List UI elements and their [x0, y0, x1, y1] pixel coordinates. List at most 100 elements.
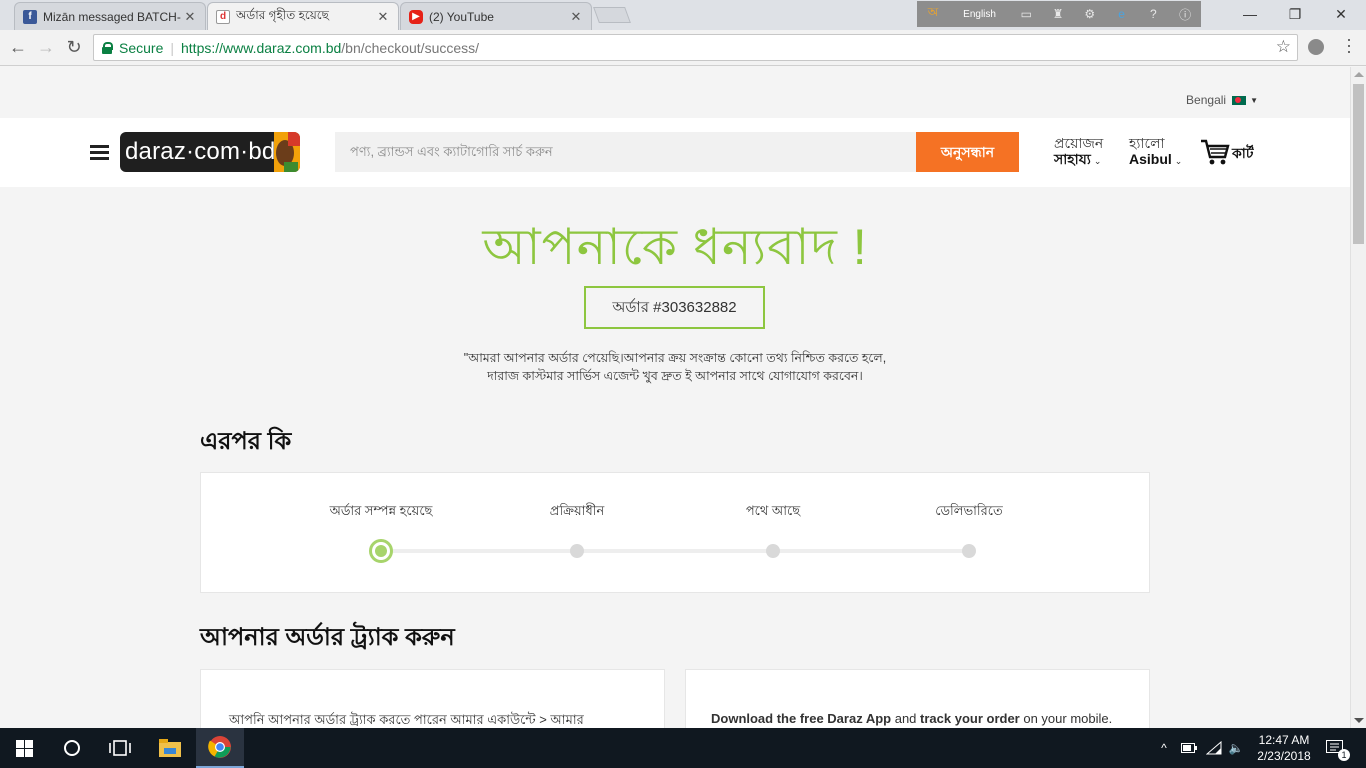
settings-icon[interactable]: ⚙ [1074, 7, 1106, 21]
new-tab-button[interactable] [593, 7, 631, 23]
forward-arrow-icon[interactable]: → [34, 36, 58, 60]
ime-language[interactable]: English [949, 9, 1011, 20]
tab-daraz[interactable]: d অর্ডার গৃহীত হয়েছে ✕ [207, 2, 399, 30]
restore-button[interactable]: ❐ [1272, 0, 1318, 30]
thank-you-heading: আপনাকে ধন্যবাদ ! [482, 219, 868, 275]
cart-button[interactable]: কার্ট [1200, 138, 1253, 166]
page-viewport: Bengali ▼ daraz·com·bd পণ্য, ব্র্যান্ডস … [0, 67, 1350, 728]
site-header: daraz·com·bd পণ্য, ব্র্যান্ডস এবং ক্যাটা… [0, 118, 1350, 187]
extension-icon[interactable] [1308, 39, 1324, 55]
minimize-button[interactable]: — [1227, 0, 1273, 30]
tab-youtube[interactable]: ▶ (2) YouTube ✕ [400, 2, 592, 30]
address-separator: | [170, 39, 174, 56]
volume-icon[interactable]: 🔈 [1226, 728, 1246, 768]
clock-date: 2/23/2018 [1257, 749, 1311, 763]
tab-close-icon[interactable]: ✕ [569, 9, 583, 25]
step-dot [962, 544, 976, 558]
bookmark-star-icon[interactable]: ☆ [1276, 37, 1291, 57]
chrome-taskbar-icon[interactable] [196, 728, 244, 768]
ime-toolbar: অ English ▭ ♜ ⚙ e ? ⓘ [917, 1, 1201, 27]
step-label: অর্ডার সম্পন্ন হয়েছে [329, 503, 433, 518]
youtube-icon: ▶ [409, 9, 423, 24]
language-label: Bengali [1186, 93, 1227, 107]
note-line-1: "আমরা আপনার অর্ডার পেয়েছি।আপনার ক্রয় স… [463, 351, 887, 365]
app-download-text: Download the free Daraz App [711, 711, 892, 726]
ie-icon[interactable]: e [1106, 7, 1138, 21]
chevron-down-icon: ⌄ [1174, 156, 1183, 166]
hamburger-menu-icon[interactable] [90, 145, 109, 160]
windows-taskbar: ^ 🔈 12:47 AM 2/23/2018 1 [0, 728, 1366, 768]
next-steps-heading: এরপর কি [200, 428, 292, 455]
progress-track [383, 549, 969, 553]
help-bottom-label: সাহায্য [1054, 151, 1091, 167]
url-path: /bn/checkout/success/ [341, 39, 480, 56]
address-bar[interactable]: Secure | https://www.daraz.com.bd /bn/ch… [93, 34, 1298, 61]
info-icon[interactable]: ⓘ [1169, 6, 1201, 23]
track-app-text: Download the free Daraz App and track yo… [711, 711, 1112, 726]
bangladesh-flag-icon [1232, 95, 1247, 105]
chrome-menu-icon[interactable]: · · · [1344, 30, 1354, 60]
logo-text: daraz·com·bd [125, 138, 276, 165]
search-input[interactable]: পণ্য, ব্র্যান্ডস এবং ক্যাটাগোরি সার্চ কর… [335, 132, 916, 172]
app-text-end: on your mobile. [1019, 711, 1113, 726]
lock-icon [102, 41, 113, 54]
file-explorer-icon[interactable] [146, 728, 194, 768]
show-hidden-icons-icon[interactable]: ^ [1155, 728, 1173, 768]
trophy-icon[interactable]: ♜ [1042, 7, 1074, 21]
cart-label: কার্ট [1232, 145, 1254, 161]
help-icon[interactable]: ? [1137, 7, 1169, 21]
tab-close-icon[interactable]: ✕ [376, 9, 390, 25]
back-arrow-icon[interactable]: ← [6, 36, 30, 60]
track-account-text: আপনি আপনার অর্ডার ট্র্যাক করতে পারেন আমা… [229, 712, 584, 727]
track-order-text: track your order [920, 711, 1020, 726]
daraz-icon: d [216, 9, 230, 24]
app-text-mid: and [891, 711, 921, 726]
tab-title: Mizān messaged BATCH- [43, 9, 181, 24]
battery-icon[interactable] [1178, 728, 1200, 768]
tab-facebook[interactable]: f Mizān messaged BATCH- ✕ [14, 2, 206, 30]
taskbar-clock[interactable]: 12:47 AM 2/23/2018 [1246, 732, 1322, 764]
secure-label: Secure [119, 39, 164, 56]
tab-title: (2) YouTube [429, 9, 494, 24]
step-dot [766, 544, 780, 558]
scroll-down-arrow-icon[interactable] [1354, 718, 1364, 723]
tab-strip: f Mizān messaged BATCH- ✕ ▶ (2) YouTube … [0, 0, 1366, 30]
help-top-label: প্রয়োজন [1054, 135, 1104, 151]
close-window-button[interactable]: ✕ [1318, 0, 1364, 30]
keyboard-icon[interactable]: ▭ [1010, 7, 1042, 21]
windows-start-icon[interactable] [0, 728, 48, 768]
help-menu[interactable]: প্রয়োজন সাহায্য ⌄ [1054, 135, 1103, 169]
tab-title: অর্ডার গৃহীত হয়েছে [236, 7, 329, 22]
step-dot [570, 544, 584, 558]
cortana-search-icon[interactable] [48, 728, 96, 768]
action-center-icon[interactable]: 1 [1320, 728, 1350, 768]
reload-icon[interactable]: ↻ [62, 36, 86, 60]
task-view-icon[interactable] [96, 728, 144, 768]
page-scrollbar[interactable] [1350, 67, 1366, 728]
wifi-icon[interactable] [1203, 728, 1225, 768]
account-menu[interactable]: হ্যালো Asibul ⌄ [1129, 135, 1182, 169]
facebook-icon: f [23, 9, 37, 24]
step-label: ডেলিভারিতে [935, 503, 1003, 518]
account-name: Asibul [1129, 151, 1172, 167]
step-dot-complete [369, 539, 393, 563]
cart-icon [1201, 139, 1230, 165]
chevron-down-icon: ▼ [1250, 95, 1258, 105]
bangla-input-icon[interactable]: অ [917, 4, 949, 24]
scrollbar-thumb[interactable] [1353, 84, 1364, 244]
browser-toolbar: ← → ↻ Secure | https://www.daraz.com.bd … [0, 30, 1366, 66]
url-host: https://www.daraz.com.bd [181, 39, 342, 56]
tab-close-icon[interactable]: ✕ [183, 9, 197, 25]
confirmation-note: "আমরা আপনার অর্ডার পেয়েছি।আপনার ক্রয় স… [0, 349, 1350, 385]
search-button[interactable]: অনুসন্ধান [916, 132, 1019, 172]
daraz-logo[interactable]: daraz·com·bd [120, 132, 300, 172]
step-label: পথে আছে [745, 503, 801, 518]
track-account-card: আপনি আপনার অর্ডার ট্র্যাক করতে পারেন আমা… [200, 669, 665, 728]
track-app-card: Download the free Daraz App and track yo… [685, 669, 1150, 728]
scroll-up-arrow-icon[interactable] [1354, 72, 1364, 77]
account-greeting: হ্যালো [1129, 135, 1165, 151]
notification-badge: 1 [1338, 749, 1350, 761]
language-selector[interactable]: Bengali ▼ [1186, 93, 1258, 107]
order-progress-card: অর্ডার সম্পন্ন হয়েছে প্রক্রিয়াধীন পথে … [200, 472, 1150, 593]
note-line-2: দারাজ কাস্টমার সার্ভিস এজেন্ট খুব দ্রুত … [487, 369, 863, 383]
